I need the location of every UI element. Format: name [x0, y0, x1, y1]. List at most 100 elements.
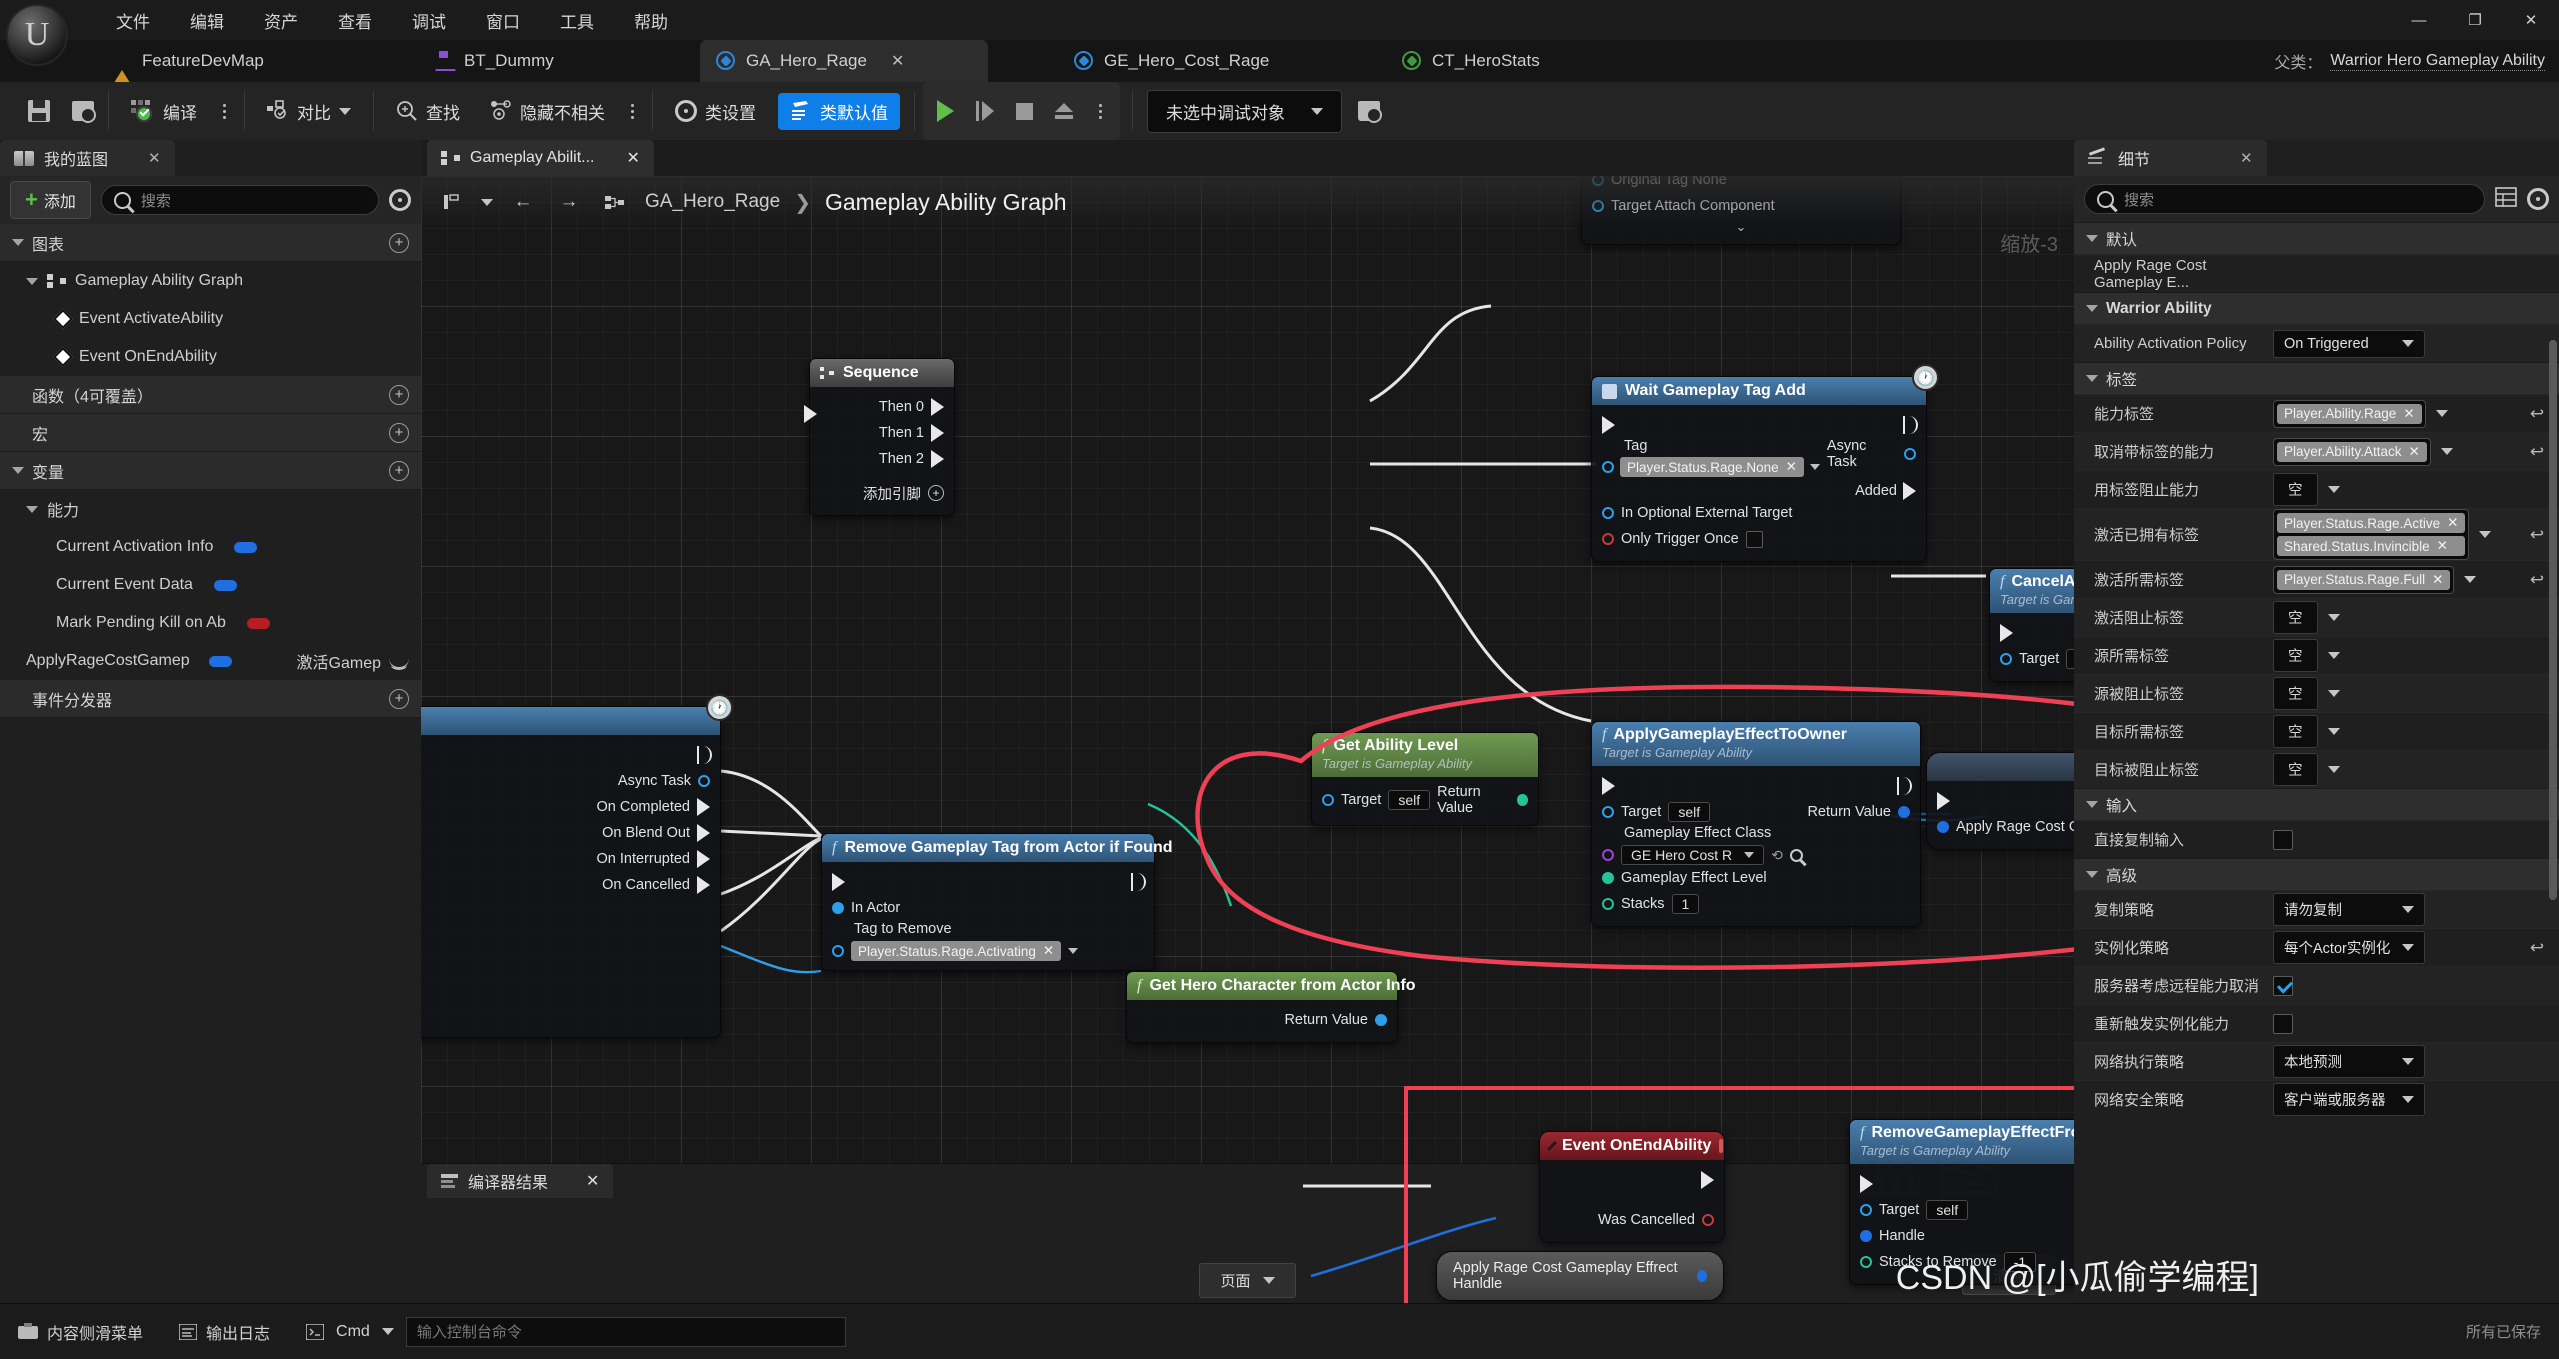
graph-event-activate-ability[interactable]: Event ActivateAbility	[0, 300, 421, 338]
browse-icon[interactable]	[72, 101, 96, 123]
tag-remove-icon[interactable]: ✕	[2447, 515, 2458, 531]
handle-input-pin[interactable]	[1860, 1230, 1872, 1242]
tab-close-icon[interactable]: ✕	[891, 51, 904, 71]
tag-input-pin[interactable]	[832, 945, 844, 957]
input-pin[interactable]	[1602, 507, 1614, 519]
in-actor-input-pin[interactable]	[832, 902, 844, 914]
details-empty-tag[interactable]: 空	[2273, 677, 2318, 710]
section-graphs[interactable]: 图表 +	[0, 224, 421, 262]
async-task-output-pin[interactable]	[1904, 448, 1916, 460]
details-empty-tag[interactable]: 空	[2273, 753, 2318, 786]
target-value[interactable]: self	[1926, 1200, 1969, 1220]
add-pin-row[interactable]: 添加引脚 +	[820, 480, 944, 506]
exec-row[interactable]	[1860, 1171, 2074, 1197]
exec-row[interactable]	[1602, 773, 1912, 799]
node-play-montage-and-wait[interactable]: 🕐 geAndWait Name Async Task Play On Comp…	[421, 694, 733, 1038]
tag-to-remove-row[interactable]: Tag to Remove Player.Status.Rage.Activat…	[832, 921, 1144, 961]
variable-group-ability[interactable]: 能力	[0, 490, 421, 528]
page-select[interactable]: 页面	[1199, 1262, 1296, 1298]
output-pin[interactable]	[697, 876, 710, 894]
variable-current-activation-info[interactable]: Current Activation Info	[0, 528, 421, 566]
add-pin-icon[interactable]: +	[928, 485, 944, 501]
exec-row[interactable]	[832, 869, 1146, 895]
details-checkbox[interactable]	[2273, 1013, 2293, 1034]
pin-row[interactable]: On Cancelled	[421, 872, 710, 898]
was-cancelled-row[interactable]: Was Cancelled	[1550, 1207, 1714, 1233]
tab-ct-herostats[interactable]: CT_HeroStats	[1386, 40, 1556, 82]
exec-input-pin[interactable]	[832, 873, 845, 891]
tab-ga-hero-rage[interactable]: GA_Hero_Rage ✕	[700, 40, 988, 82]
exec-output-pin[interactable]	[1897, 777, 1912, 795]
exec-input-pin[interactable]	[1602, 777, 1615, 795]
add-macro-icon[interactable]: +	[389, 422, 409, 443]
details-empty-tag[interactable]: 空	[2273, 715, 2318, 748]
output-log-button[interactable]: 输出日志	[161, 1304, 288, 1359]
tag-remove-icon[interactable]: ✕	[2432, 572, 2443, 588]
eye-icon[interactable]	[389, 655, 409, 670]
pin-row[interactable]: In Optional External Target	[1602, 500, 1916, 526]
details-settings-gear-icon[interactable]	[2527, 188, 2549, 210]
add-graph-icon[interactable]: +	[389, 232, 409, 253]
eject-button[interactable]	[1055, 103, 1073, 119]
chevron-down-icon[interactable]	[2327, 690, 2340, 697]
hide-options-icon[interactable]	[627, 103, 638, 119]
compiler-results-tab[interactable]: 编译器结果 ✕	[427, 1164, 614, 1198]
menu-item-help[interactable]: 帮助	[628, 6, 674, 35]
diff-button[interactable]: 对比	[259, 95, 359, 128]
find-button[interactable]: 查找	[388, 95, 468, 128]
details-combo-box[interactable]: 请勿复制	[2273, 893, 2425, 926]
details-tab[interactable]: 细节 ✕	[2074, 140, 2267, 176]
tag-chip[interactable]: Player.Status.Rage.Full ✕	[2277, 569, 2451, 590]
exec-output-pin[interactable]	[931, 450, 944, 468]
node-get-ability-level[interactable]: f Get Ability Level Target is Gameplay A…	[1311, 732, 1539, 826]
chevron-down-icon[interactable]	[2327, 766, 2340, 773]
add-function-icon[interactable]: +	[389, 384, 409, 405]
input-pin[interactable]	[1602, 533, 1614, 545]
graph-canvas[interactable]: ← → GA_Hero_Rage ❯ Gameplay Ability Grap…	[421, 176, 2074, 1303]
stacks-input-pin[interactable]	[1602, 898, 1614, 910]
tag-row[interactable]: Tag Player.Status.Rage.None ✕ Async Task…	[1602, 438, 1916, 500]
details-combo-box[interactable]: 每个Actor实例化	[2273, 931, 2426, 964]
target-row[interactable]: Target self Return Value	[1602, 799, 1910, 825]
save-icon[interactable]	[28, 100, 50, 122]
stacks-input-pin[interactable]	[1860, 1256, 1872, 1268]
exec-row[interactable]	[1602, 412, 1918, 438]
target-value[interactable]: self	[1388, 790, 1431, 810]
pin-row[interactable]: Name Async Task	[421, 768, 710, 794]
add-dispatcher-icon[interactable]: +	[389, 688, 409, 709]
pin-row[interactable]: ility Ends	[421, 924, 710, 950]
details-tag-container[interactable]: Player.Ability.Attack ✕	[2273, 437, 2431, 466]
window-maximize-button[interactable]: ❐	[2447, 0, 2503, 40]
tag-chip[interactable]: Player.Status.Rage.Activating ✕	[851, 941, 1062, 961]
exec-input-pin[interactable]	[1937, 792, 1950, 810]
only-trigger-once-checkbox[interactable]	[1745, 530, 1763, 548]
exec-row[interactable]	[421, 742, 712, 768]
tag-input-pin[interactable]	[1602, 461, 1614, 473]
pin-row[interactable]: ce ⌄ ⟲ 🔍 On Blend Out	[421, 820, 710, 846]
hide-unrelated-button[interactable]: 隐藏不相关	[482, 95, 613, 128]
graph-root-item[interactable]: Gameplay Ability Graph	[0, 262, 421, 300]
node-get-hero-character[interactable]: f Get Hero Character from Actor Info Ret…	[1126, 971, 1416, 1043]
details-scrollbar[interactable]	[2549, 340, 2557, 900]
class-defaults-button[interactable]: 类默认值	[778, 92, 900, 130]
graph-options-icon[interactable]	[435, 188, 467, 216]
property-row[interactable]: Apply Rage Cost Gameplay Effrect Hanldle	[1937, 814, 2074, 840]
return-row[interactable]: Return Value	[1137, 1007, 1387, 1033]
return-output-pin[interactable]	[1375, 1014, 1387, 1026]
details-combo-box[interactable]: 本地预测	[2273, 1045, 2425, 1078]
tab-feature-dev-map[interactable]: FeatureDevMap	[96, 40, 280, 86]
target-input-pin[interactable]	[2000, 653, 2012, 665]
output-pin[interactable]	[698, 775, 710, 787]
exec-out-row[interactable]: Then 2	[820, 446, 944, 472]
menu-item-debug[interactable]: 调试	[406, 6, 452, 35]
target-row[interactable]: Target self	[1860, 1197, 2074, 1223]
pin-row[interactable]: Motion Translation Scale	[421, 950, 710, 976]
details-reset-button[interactable]: ↩	[2515, 938, 2559, 958]
pin-row[interactable]: Play On Completed	[421, 794, 710, 820]
details-empty-tag[interactable]: 空	[2273, 601, 2318, 634]
variable-apply-rage-cost[interactable]: ApplyRageCostGamep 激活Gamep	[0, 642, 421, 680]
effect-level-input-pin[interactable]	[1602, 872, 1614, 884]
compile-options-icon[interactable]	[219, 103, 230, 119]
details-section-header[interactable]: 输入	[2074, 788, 2559, 820]
handle-row[interactable]: Handle	[1860, 1223, 2074, 1249]
